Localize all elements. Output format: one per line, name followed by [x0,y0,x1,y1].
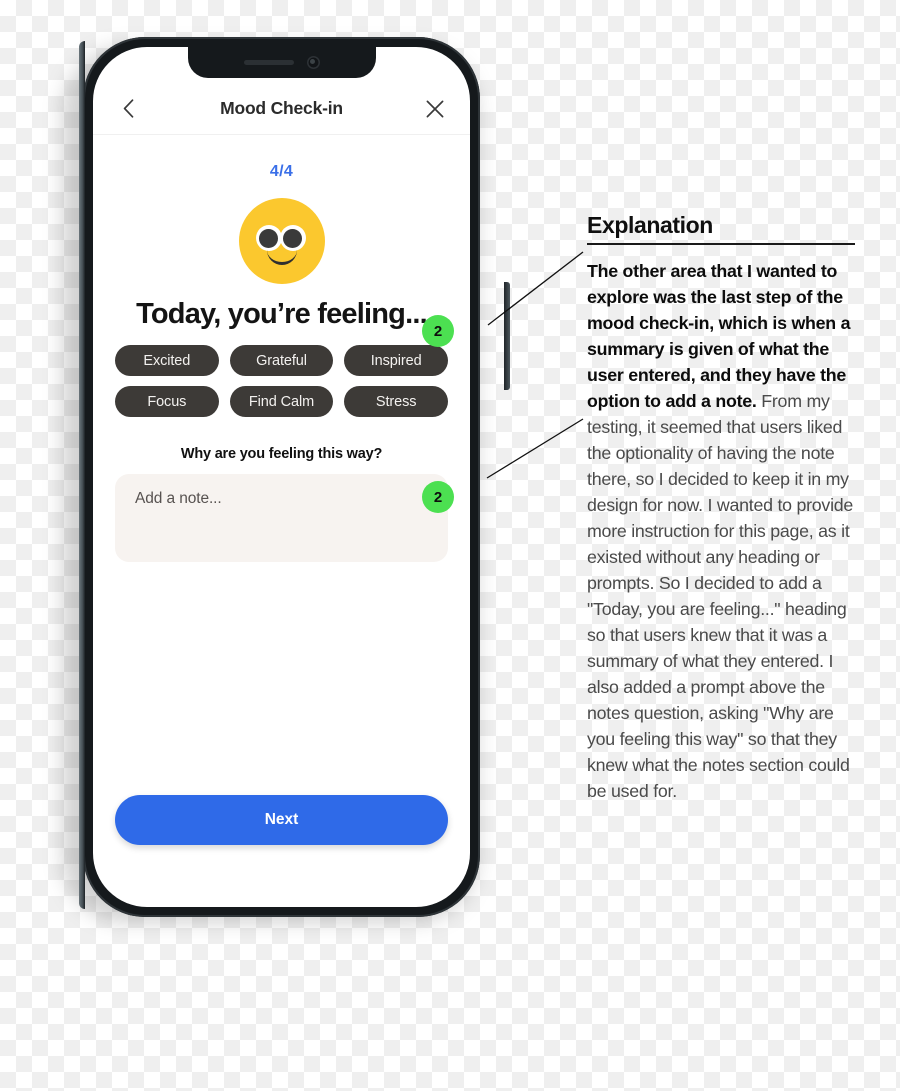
explanation-divider [587,243,855,245]
emoji-smile-mouth [266,250,297,265]
mood-chip-stress[interactable]: Stress [344,386,448,417]
phone-notch [187,47,376,78]
mood-chip-focus[interactable]: Focus [115,386,219,417]
smiling-face-emoji [238,198,325,284]
mood-chip-inspired[interactable]: Inspired [344,345,448,376]
next-button[interactable]: Next [115,795,448,845]
emoji-pupil-right [283,228,302,248]
chevron-left-icon[interactable] [115,96,141,122]
emoji-eye-left [255,225,282,251]
front-camera-icon [306,56,320,69]
phone-mockup: Mood Check-in 4/4 Today, you’re feeling.… [55,37,510,922]
app-body: 4/4 Today, you’re feeling... Excited Gra… [93,135,470,907]
explanation-bold-lead: The other area that I wanted to explore … [587,260,851,411]
page-title: Mood Check-in [220,98,343,118]
mood-chip-grateful[interactable]: Grateful [229,345,334,376]
annotation-badge-note: 2 [422,481,454,513]
explanation-panel: Explanation The other area that I wanted… [587,212,855,804]
emoji-eye-right [279,225,306,251]
explanation-body: The other area that I wanted to explore … [587,258,855,804]
phone-power-button[interactable] [504,282,510,390]
note-placeholder: Add a note... [135,490,222,507]
explanation-title: Explanation [587,212,713,238]
mood-chip-find-calm[interactable]: Find Calm [229,386,334,417]
headline-row: Today, you’re feeling... [115,298,448,331]
note-input[interactable]: Add a note... [115,474,448,562]
close-icon[interactable] [422,96,448,122]
earpiece-speaker-icon [243,60,294,65]
mood-chip-excited[interactable]: Excited [115,345,219,376]
annotation-badge-heading: 2 [422,315,454,347]
phone-screen: Mood Check-in 4/4 Today, you’re feeling.… [93,47,470,907]
emoji-pupil-left [259,228,278,248]
mood-checkin-app: Mood Check-in 4/4 Today, you’re feeling.… [93,47,470,907]
step-counter: 4/4 [269,163,294,180]
app-header: Mood Check-in [93,83,470,135]
mood-chip-grid: Excited Grateful Inspired Focus Find Cal… [115,345,448,417]
summary-headline: Today, you’re feeling... [136,298,428,330]
note-prompt-label: Why are you feeling this way? [180,446,383,462]
explanation-rest: From my testing, it seemed that users li… [587,390,854,801]
note-prompt-row: Why are you feeling this way? [115,446,448,462]
